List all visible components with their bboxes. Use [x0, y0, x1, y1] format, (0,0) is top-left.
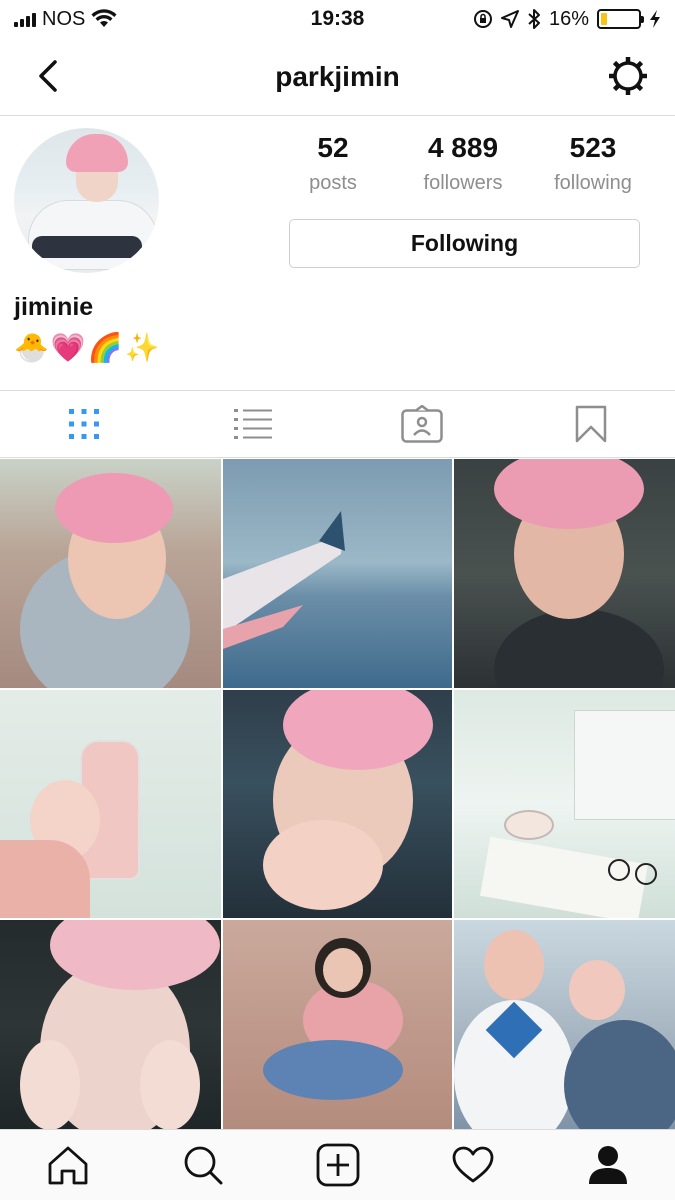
photo-shape	[20, 1040, 80, 1129]
photo-shape	[263, 1040, 403, 1100]
photo-shape	[263, 820, 383, 910]
stat-label: posts	[309, 172, 357, 194]
page-title: parkjimin	[275, 60, 400, 92]
nav-search[interactable]	[135, 1130, 270, 1200]
photo-shape	[323, 948, 363, 992]
post-thumbnail[interactable]	[454, 690, 675, 918]
post-thumbnail[interactable]	[0, 920, 221, 1129]
signal-icon	[14, 11, 36, 27]
status-bar: NOS 19:38 16%	[0, 0, 675, 38]
post-thumbnail[interactable]	[0, 690, 221, 918]
photo-shape	[55, 473, 173, 543]
photo-shape	[0, 840, 90, 918]
battery-icon	[597, 9, 645, 29]
stat-following[interactable]: 523 following	[528, 128, 658, 195]
tab-saved[interactable]	[506, 391, 675, 457]
nav-new-post[interactable]	[270, 1130, 405, 1200]
following-button[interactable]: Following	[289, 219, 640, 268]
stat-posts[interactable]: 52 posts	[268, 128, 398, 195]
photo-shape	[223, 511, 345, 649]
bio: 🐣💗🌈✨	[14, 331, 162, 364]
stat-label: followers	[423, 172, 503, 194]
tab-list-view[interactable]	[169, 391, 338, 457]
photo-shape	[484, 930, 544, 1000]
avatar[interactable]	[14, 128, 159, 273]
battery-fill	[601, 13, 607, 25]
photo-shape	[140, 1040, 200, 1129]
bottom-nav	[0, 1129, 675, 1200]
stat-label: following	[554, 172, 632, 194]
profile-header: parkjimin	[0, 38, 675, 116]
photo-shape	[569, 960, 625, 1020]
display-name: jiminie	[14, 293, 94, 321]
post-thumbnail[interactable]	[223, 459, 452, 688]
avatar-legs-shape	[32, 236, 142, 258]
post-thumbnail[interactable]	[223, 690, 452, 918]
heart-icon	[452, 1146, 493, 1183]
photo-shape	[574, 710, 675, 820]
nav-activity[interactable]	[405, 1130, 540, 1200]
bluetooth-icon	[528, 9, 540, 29]
post-thumbnail[interactable]	[454, 459, 675, 688]
post-thumbnail[interactable]	[223, 920, 452, 1129]
battery-percent: 16%	[548, 7, 590, 30]
grid-icon	[69, 409, 100, 439]
chevron-left-icon[interactable]	[30, 56, 70, 96]
search-icon	[184, 1146, 222, 1185]
location-icon	[500, 10, 519, 28]
avatar-hair-shape	[66, 134, 128, 172]
stat-value: 52	[317, 132, 349, 163]
stat-value: 523	[569, 132, 617, 163]
gear-icon[interactable]	[607, 55, 649, 97]
status-left: NOS	[14, 8, 230, 31]
bookmark-icon	[575, 405, 606, 443]
avatar-body-shape	[28, 200, 158, 270]
profile-icon	[588, 1146, 627, 1184]
home-icon	[48, 1146, 87, 1185]
photo-shape	[504, 810, 554, 840]
tab-tagged[interactable]	[338, 391, 507, 457]
status-time: 19:38	[310, 7, 365, 30]
nav-profile[interactable]	[540, 1130, 675, 1200]
profile-stats: 52 posts 4 889 followers 523 following	[268, 128, 658, 195]
photo-shape	[608, 859, 657, 885]
profile-tabs	[0, 390, 675, 458]
stat-followers[interactable]: 4 889 followers	[398, 128, 528, 195]
tagged-user-icon	[401, 405, 443, 443]
photo-shape	[494, 459, 644, 529]
carrier-label: NOS	[42, 7, 86, 30]
add-post-icon	[316, 1143, 359, 1187]
stat-value: 4 889	[427, 132, 499, 163]
nav-home[interactable]	[0, 1130, 135, 1200]
photo-shape	[564, 1020, 675, 1129]
charging-icon	[650, 10, 661, 28]
status-right: 16%	[445, 8, 661, 31]
post-thumbnail[interactable]	[0, 459, 221, 688]
post-thumbnail[interactable]	[454, 920, 675, 1129]
orientation-lock-icon	[473, 10, 492, 28]
list-icon	[234, 409, 273, 439]
post-grid	[0, 459, 675, 1129]
tab-grid-view[interactable]	[0, 391, 169, 457]
wifi-icon	[91, 9, 117, 27]
photo-shape	[494, 609, 664, 688]
